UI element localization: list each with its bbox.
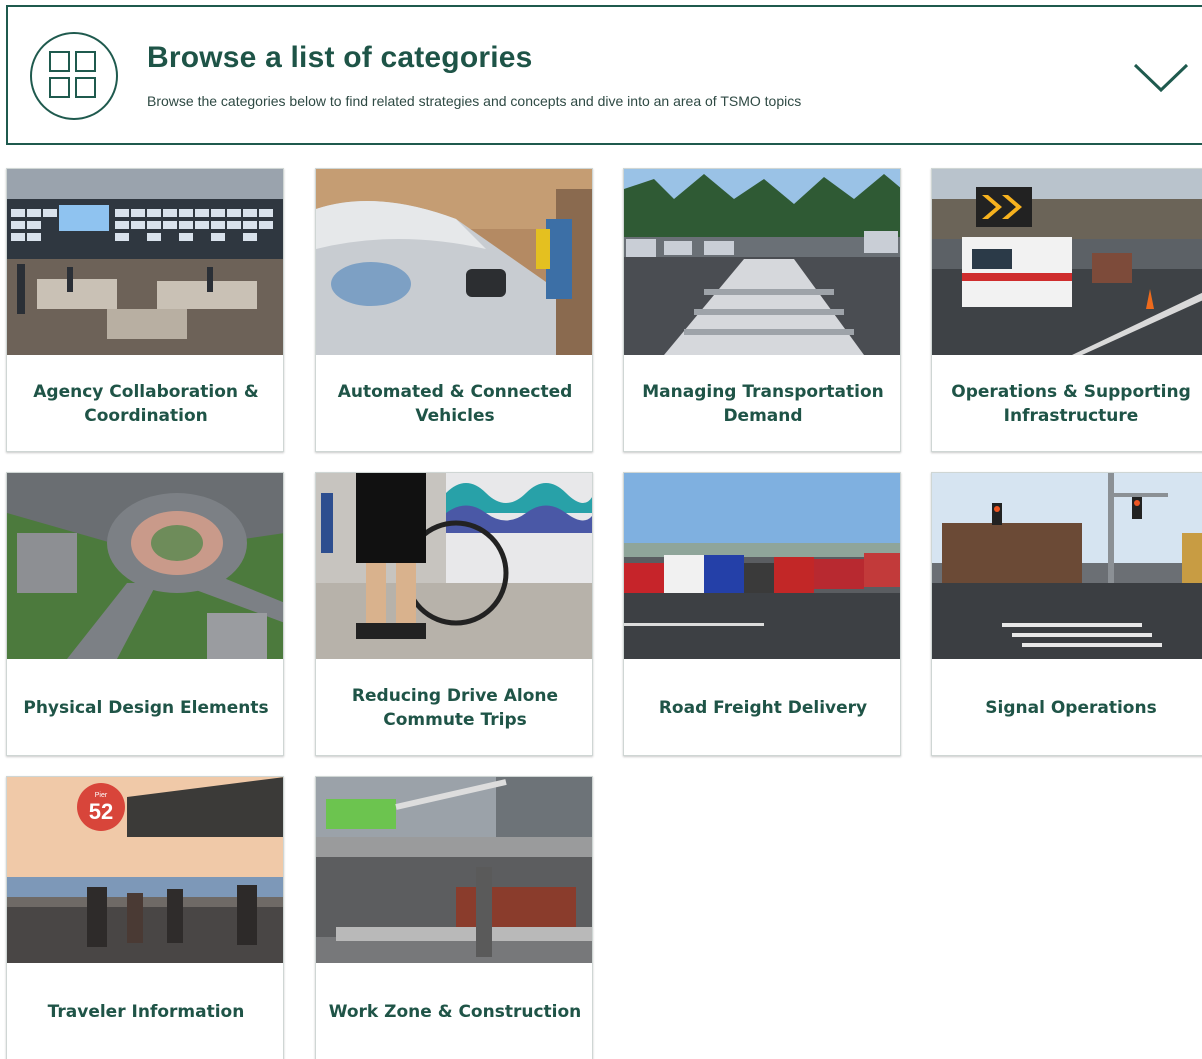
electric-car-charging-image <box>316 169 592 355</box>
park-and-ride-crosswalk-image <box>624 169 900 355</box>
category-card-physical-design-elements[interactable]: Physical Design Elements <box>6 472 284 756</box>
category-card-traveler-information[interactable]: Pier 52 Traveler Information <box>6 776 284 1059</box>
category-label: Traveler Information <box>47 1002 245 1022</box>
roundabout-aerial-image <box>7 473 283 659</box>
category-card-signal-operations[interactable]: Signal Operations <box>931 472 1202 756</box>
category-card-automated-connected-vehicles[interactable]: Automated & Connected Vehicles <box>315 168 593 452</box>
category-label: Work Zone & Construction <box>328 1002 582 1022</box>
category-label: Physical Design Elements <box>23 698 269 718</box>
category-card-managing-transportation-demand[interactable]: Managing Transportation Demand <box>623 168 901 452</box>
category-label: Reducing Drive Alone Commute Trips <box>351 686 559 730</box>
category-card-agency-collaboration[interactable]: Agency Collaboration & Coordination <box>6 168 284 452</box>
page-subtitle: Browse the categories below to find rela… <box>147 93 802 109</box>
category-card-road-freight-delivery[interactable]: Road Freight Delivery <box>623 472 901 756</box>
category-label: Agency Collaboration & Coordination <box>33 382 259 426</box>
page-title: Browse a list of categories <box>147 41 533 74</box>
pier-sign-number: 52 <box>89 799 113 824</box>
pier-sign-label: Pier <box>95 792 108 799</box>
signalized-intersection-image <box>932 473 1202 659</box>
ferry-terminal-pier-image: Pier 52 <box>7 777 283 963</box>
viaduct-demolition-image <box>316 777 592 963</box>
browse-categories-panel[interactable]: Browse a list of categories Browse the c… <box>6 5 1202 145</box>
category-card-reducing-drive-alone[interactable]: Reducing Drive Alone Commute Trips <box>315 472 593 756</box>
truck-parking-image <box>624 473 900 659</box>
category-label: Signal Operations <box>985 698 1157 718</box>
grid-icon <box>30 32 118 120</box>
incident-response-truck-image <box>932 169 1202 355</box>
category-label: Automated & Connected Vehicles <box>337 382 573 426</box>
traffic-operations-center-image <box>7 169 283 355</box>
category-label: Operations & Supporting Infrastructure <box>951 382 1191 426</box>
category-card-operations-supporting-infrastructure[interactable]: Operations & Supporting Infrastructure <box>931 168 1202 452</box>
category-card-work-zone-construction[interactable]: Work Zone & Construction <box>315 776 593 1059</box>
category-label: Road Freight Delivery <box>658 698 868 718</box>
category-label: Managing Transportation Demand <box>642 382 884 426</box>
chevron-down-icon[interactable] <box>1131 57 1191 97</box>
bicycle-on-bus-image <box>316 473 592 659</box>
